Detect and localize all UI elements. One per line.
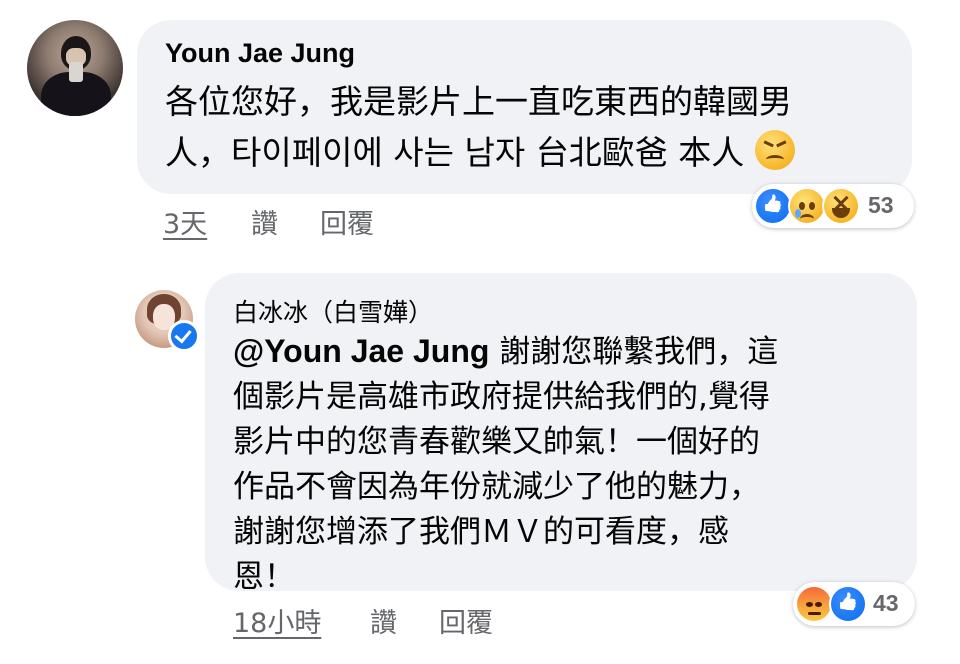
- mention-link[interactable]: @Youn Jae Jung: [233, 333, 489, 369]
- comment-text-line: 影片中的您青春歡樂又帥氣！一個好的: [233, 424, 760, 460]
- reaction-count: 43: [873, 590, 899, 616]
- comment-2: 白冰冰（白雪嬅） @Youn Jae Jung 謝謝您聯繫我們，這 個影片是高雄…: [0, 0, 960, 664]
- angry-icon: [795, 585, 833, 623]
- reply-button[interactable]: 回覆: [439, 601, 493, 640]
- like-button[interactable]: 讚: [370, 601, 397, 640]
- comment-text-line: 作品不會因為年份就減少了他的魅力，: [233, 469, 760, 505]
- comment-text-line: 謝謝您增添了我們ＭＶ的可看度，感: [233, 514, 729, 550]
- comment-text-line: 恩！: [233, 559, 295, 595]
- comment-text-line: 個影片是高雄市政府提供給我們的,覺得: [233, 379, 770, 415]
- comment-text: @Youn Jae Jung 謝謝您聯繫我們，這 個影片是高雄市政府提供給我們的…: [233, 329, 893, 600]
- comment-author[interactable]: 白冰冰（白雪嬅）: [233, 293, 433, 329]
- comment-text-line: 謝謝您聯繫我們，這: [489, 334, 779, 370]
- reactions-summary[interactable]: 43: [793, 582, 915, 626]
- comment-timestamp[interactable]: 18小時: [233, 601, 321, 640]
- verified-badge-icon: [168, 320, 200, 352]
- like-icon: [829, 585, 867, 623]
